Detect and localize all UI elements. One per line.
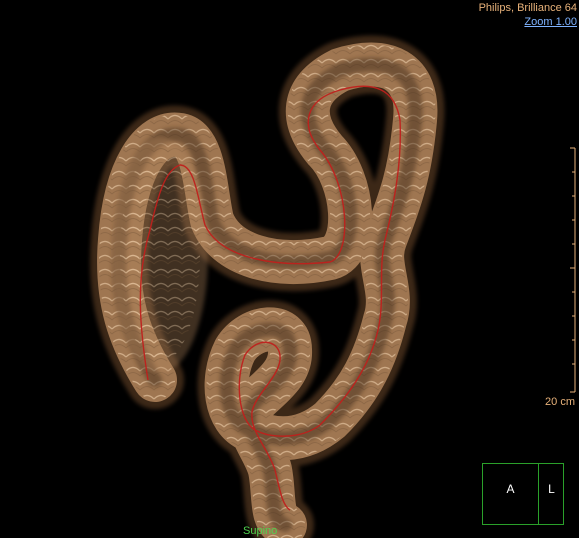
zoom-level-link[interactable]: Zoom 1.00	[524, 16, 577, 29]
scale-label: 20 cm	[545, 396, 575, 408]
colon-volume-render	[90, 35, 576, 538]
orientation-cube[interactable]: A L	[482, 463, 564, 525]
volume-render-viewport[interactable]: Philips, Brilliance 64 Zoom 1.00 20 cm S…	[0, 0, 579, 538]
patient-position-label: Supino	[243, 525, 278, 537]
orientation-side-label: L	[548, 482, 555, 496]
orientation-front-label: A	[506, 482, 515, 496]
scanner-model-label: Philips, Brilliance 64	[478, 2, 577, 14]
scale-ruler	[570, 147, 576, 393]
